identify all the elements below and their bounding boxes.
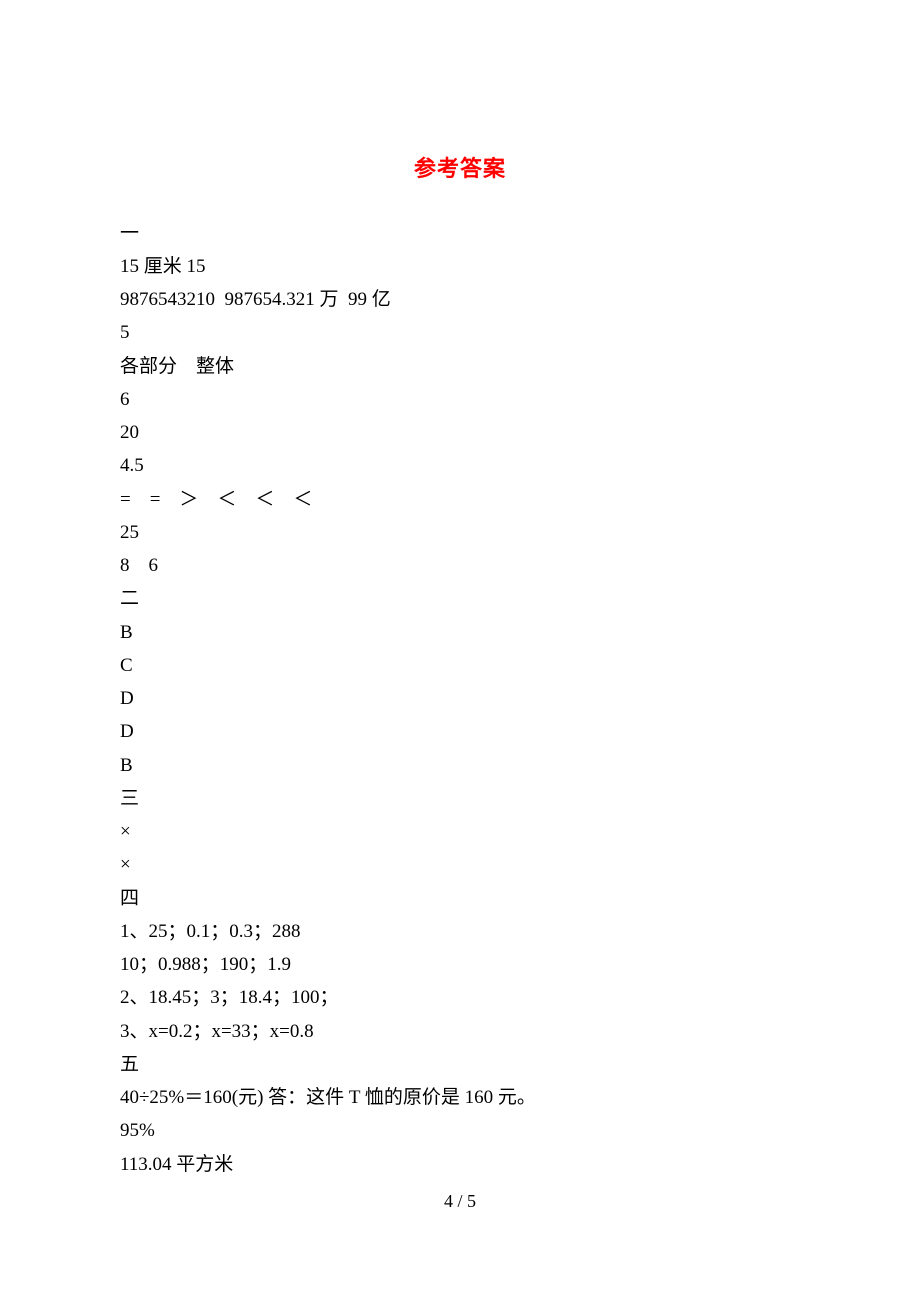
answer-line: = = ＞ ＜ ＜ ＜ — [120, 483, 800, 516]
page-number: 4 / 5 — [0, 1191, 920, 1212]
answer-line: 2、18.45；3；18.4；100； — [120, 981, 800, 1014]
answer-line: 95% — [120, 1114, 800, 1147]
answer-line: 20 — [120, 416, 800, 449]
section-five-heading: 五 — [120, 1048, 800, 1081]
answer-line: 10；0.988；190；1.9 — [120, 948, 800, 981]
section-four-heading: 四 — [120, 882, 800, 915]
answer-key-title: 参考答案 — [120, 150, 800, 189]
answer-line: 各部分 整体 — [120, 350, 800, 383]
answer-line: × — [120, 848, 800, 881]
answer-line: C — [120, 649, 800, 682]
answer-line: 3、x=0.2；x=33；x=0.8 — [120, 1015, 800, 1048]
answer-line: 9876543210 987654.321 万 99 亿 — [120, 283, 800, 316]
answer-line: D — [120, 682, 800, 715]
section-three-heading: 三 — [120, 782, 800, 815]
answer-line: 4.5 — [120, 449, 800, 482]
answer-line: 25 — [120, 516, 800, 549]
section-one-heading: 一 — [120, 217, 800, 250]
answer-line: 5 — [120, 316, 800, 349]
answer-line: 1、25；0.1；0.3；288 — [120, 915, 800, 948]
answer-line: 6 — [120, 383, 800, 416]
answer-line: 8 6 — [120, 549, 800, 582]
answer-line: D — [120, 715, 800, 748]
page-content: 参考答案 一 15 厘米 15 9876543210 987654.321 万 … — [0, 0, 920, 1181]
answer-line: B — [120, 616, 800, 649]
section-two-heading: 二 — [120, 582, 800, 615]
answer-line: 113.04 平方米 — [120, 1148, 800, 1181]
answer-line: × — [120, 815, 800, 848]
answer-line: 15 厘米 15 — [120, 250, 800, 283]
answer-line: 40÷25%＝160(元) 答：这件 T 恤的原价是 160 元。 — [120, 1081, 800, 1114]
answer-line: B — [120, 749, 800, 782]
